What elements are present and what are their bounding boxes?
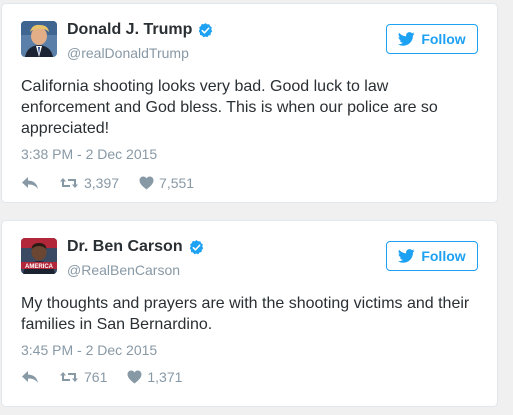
- author-name-row: Dr. Ben Carson: [67, 238, 205, 256]
- tweet-actions: 3,397 7,551: [21, 175, 194, 191]
- tweet-text: My thoughts and prayers are with the sho…: [21, 295, 470, 333]
- reply-button[interactable]: [21, 176, 39, 190]
- heart-icon: [127, 370, 142, 384]
- handle[interactable]: @RealBenCarson: [67, 262, 180, 278]
- heart-icon: [139, 176, 154, 190]
- avatar-caption: AMERICA: [25, 264, 54, 270]
- follow-button[interactable]: Follow: [386, 24, 478, 54]
- avatar[interactable]: [21, 21, 57, 57]
- like-button[interactable]: 1,371: [127, 369, 182, 385]
- twitter-bird-icon: [398, 249, 415, 263]
- handle[interactable]: @realDonaldTrump: [67, 45, 189, 61]
- verified-icon: [197, 22, 214, 39]
- retweet-count: 3,397: [84, 175, 120, 191]
- display-name[interactable]: Dr. Ben Carson: [67, 238, 183, 256]
- author-name-row: Donald J. Trump: [67, 21, 214, 39]
- timestamp[interactable]: 3:45 PM - 2 Dec 2015: [21, 342, 157, 358]
- avatar[interactable]: AMERICA: [21, 238, 57, 274]
- like-button[interactable]: 7,551: [139, 175, 194, 191]
- reply-button[interactable]: [21, 370, 39, 384]
- tweet-card: Donald J. Trump @realDonaldTrump Follow …: [1, 3, 498, 203]
- retweet-count: 761: [84, 369, 108, 385]
- follow-label: Follow: [421, 248, 466, 264]
- retweet-button[interactable]: 761: [59, 369, 107, 385]
- follow-label: Follow: [421, 31, 466, 47]
- reply-icon: [21, 176, 39, 190]
- follow-button[interactable]: Follow: [386, 241, 478, 271]
- timestamp[interactable]: 3:38 PM - 2 Dec 2015: [21, 146, 157, 162]
- reply-icon: [21, 370, 39, 384]
- display-name[interactable]: Donald J. Trump: [67, 21, 192, 39]
- retweet-icon: [59, 176, 79, 190]
- tweet-actions: 761 1,371: [21, 369, 182, 385]
- retweet-icon: [59, 370, 79, 384]
- twitter-bird-icon: [398, 32, 415, 46]
- like-count: 7,551: [159, 175, 195, 191]
- tweet-card: AMERICA Dr. Ben Carson @RealBenCarson Fo…: [1, 220, 498, 407]
- like-count: 1,371: [147, 369, 183, 385]
- tweet-text: California shooting looks very bad. Good…: [21, 78, 438, 137]
- retweet-button[interactable]: 3,397: [59, 175, 119, 191]
- verified-icon: [188, 239, 205, 256]
